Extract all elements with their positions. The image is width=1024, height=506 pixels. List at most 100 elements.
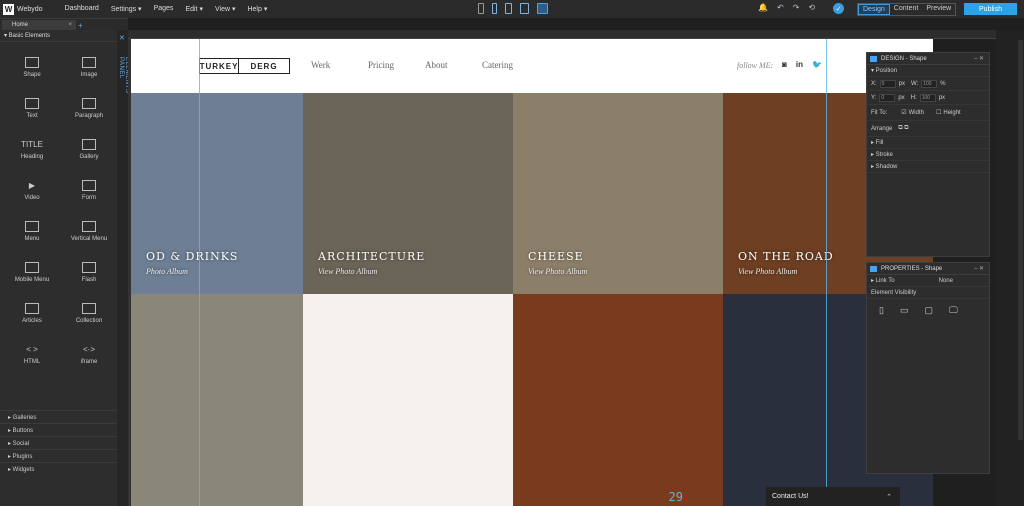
element-text[interactable]: Text	[6, 91, 58, 126]
photo-tile[interactable]	[131, 294, 303, 506]
element-image[interactable]: Image	[63, 50, 115, 85]
element-vertical-menu[interactable]: Vertical Menu	[63, 214, 115, 249]
contact-widget[interactable]: Contact Us! ⌃	[766, 487, 900, 506]
instagram-icon[interactable]: ◙	[782, 60, 787, 69]
design-panel-header[interactable]: DESIGN - Shape – ✕	[867, 53, 989, 65]
linkedin-icon[interactable]: in	[796, 60, 803, 69]
design-canvas[interactable]: TURKEY DERG Werk Pricing About Catering …	[131, 39, 933, 506]
nav-pricing[interactable]: Pricing	[368, 60, 425, 70]
photo-tile[interactable]: CHEESE View Photo Album	[513, 93, 723, 294]
photo-tile[interactable]	[303, 294, 513, 506]
link-to-row[interactable]: ▸ Link To None	[867, 275, 989, 287]
horizontal-ruler[interactable]	[128, 30, 996, 39]
guide-line-right[interactable]	[826, 39, 827, 506]
mode-design[interactable]: Design	[858, 4, 890, 15]
mode-content[interactable]: Content	[890, 4, 923, 15]
visibility-devices: ▯ ▭ ▢ 🖵	[867, 299, 989, 322]
save-status-icon[interactable]: ✓	[833, 3, 844, 14]
close-tab-icon[interactable]: ×	[68, 22, 72, 28]
x-input[interactable]: 0	[879, 79, 896, 88]
page-tab-home[interactable]: Home ×	[2, 20, 76, 30]
tile-subtitle[interactable]: View Photo Album	[738, 267, 797, 276]
menu-edit[interactable]: Edit ▾	[185, 5, 203, 13]
w-input[interactable]: 100	[921, 79, 938, 88]
properties-panel-title: PROPERTIES - Shape	[881, 265, 943, 272]
category-social[interactable]: ▸ Social	[0, 436, 117, 449]
panel-controls-icon[interactable]: – ✕	[974, 55, 984, 62]
close-panel-icon[interactable]: ✕	[119, 34, 125, 42]
section-stroke[interactable]: ▸ Stroke	[867, 149, 989, 161]
basic-elements-header[interactable]: ▾ Basic Elements	[0, 30, 117, 42]
guide-line-left[interactable]	[199, 39, 200, 506]
element-form[interactable]: Form	[63, 173, 115, 208]
height-checkbox[interactable]: ☐	[936, 109, 941, 116]
tablet-device-icon[interactable]	[520, 3, 529, 14]
elements-panel-tab[interactable]: ✕ ELEMENTS PANEL	[117, 30, 130, 506]
category-widgets[interactable]: ▸ Widgets	[0, 462, 117, 475]
category-plugins[interactable]: ▸ Plugins	[0, 449, 117, 462]
site-logo[interactable]: TURKEY DERG	[199, 58, 290, 74]
element-articles[interactable]: Articles	[6, 296, 58, 331]
mobile-landscape-visibility-icon[interactable]: ▭	[900, 305, 909, 316]
element-visibility-row[interactable]: Element Visibility	[867, 287, 989, 299]
nav-werk[interactable]: Werk	[311, 60, 368, 70]
menu-help[interactable]: Help ▾	[247, 5, 267, 13]
element-menu[interactable]: Menu	[6, 214, 58, 249]
category-galleries[interactable]: ▸ Galleries	[0, 410, 117, 423]
photo-tile[interactable]: ARCHITECTURE View Photo Album	[303, 93, 513, 294]
undo-history-icon[interactable]	[478, 3, 484, 14]
history-icon[interactable]: ⟲	[808, 3, 815, 12]
h-input[interactable]: 100	[919, 93, 936, 102]
site-logo-right: DERG	[250, 61, 278, 71]
menu-pages[interactable]: Pages	[154, 5, 174, 13]
publish-button[interactable]: Publish	[964, 3, 1017, 15]
element-heading[interactable]: TITLE Heading	[6, 132, 58, 167]
category-buttons[interactable]: ▸ Buttons	[0, 423, 117, 436]
twitter-icon[interactable]: 🐦	[812, 60, 822, 69]
element-paragraph[interactable]: Paragraph	[63, 91, 115, 126]
desktop-device-icon[interactable]	[537, 3, 548, 14]
site-header[interactable]: TURKEY DERG Werk Pricing About Catering …	[131, 39, 933, 93]
gallery-icon	[82, 139, 96, 150]
element-shape[interactable]: Shape	[6, 50, 58, 85]
mobile-landscape-icon[interactable]	[505, 3, 512, 14]
section-fill[interactable]: ▸ Fill	[867, 137, 989, 149]
mobile-device-icon[interactable]	[492, 3, 497, 14]
menu-settings[interactable]: Settings ▾	[111, 5, 142, 13]
menu-dashboard[interactable]: Dashboard	[65, 5, 99, 13]
tile-subtitle[interactable]: Photo Album	[146, 267, 188, 276]
menu-view[interactable]: View ▾	[215, 5, 236, 13]
chevron-up-icon[interactable]: ⌃	[886, 493, 892, 501]
properties-panel-header[interactable]: PROPERTIES - Shape – ✕	[867, 263, 989, 275]
nav-catering[interactable]: Catering	[482, 60, 539, 70]
element-collection[interactable]: Collection	[63, 296, 115, 331]
photo-tile[interactable]: OD & DRINKS Photo Album	[131, 93, 303, 294]
y-input[interactable]: 0	[879, 93, 896, 102]
redo-icon[interactable]: ↷	[793, 3, 800, 12]
element-iframe[interactable]: <·> iframe	[63, 337, 115, 372]
tile-subtitle[interactable]: View Photo Album	[318, 267, 377, 276]
element-html[interactable]: < > HTML	[6, 337, 58, 372]
element-video[interactable]: ▶ Video	[6, 173, 58, 208]
element-mobile-menu[interactable]: Mobile Menu	[6, 255, 58, 290]
width-checkbox[interactable]: ☑	[901, 109, 906, 116]
section-position[interactable]: ▾ Position	[867, 65, 989, 77]
tile-subtitle[interactable]: View Photo Album	[528, 267, 587, 276]
tablet-visibility-icon[interactable]: ▢	[924, 305, 933, 316]
nav-about[interactable]: About	[425, 60, 482, 70]
element-gallery[interactable]: Gallery	[63, 132, 115, 167]
section-shadow[interactable]: ▸ Shadow	[867, 161, 989, 173]
panel-controls-icon[interactable]: – ✕	[974, 265, 984, 272]
notification-icon[interactable]: 🔔	[758, 3, 768, 12]
desktop-visibility-icon[interactable]: 🖵	[949, 305, 958, 316]
mobile-visibility-icon[interactable]: ▯	[879, 305, 884, 316]
mode-preview[interactable]: Preview	[922, 4, 955, 15]
add-page-icon[interactable]: +	[78, 21, 83, 30]
link-to-value[interactable]: None	[939, 278, 953, 284]
arrange-icon[interactable]: ⧉ ⧉	[898, 125, 908, 132]
photo-tile[interactable]: 29	[513, 294, 723, 506]
vertical-scrollbar[interactable]	[1018, 40, 1023, 440]
element-flash[interactable]: Flash	[63, 255, 115, 290]
app-logo[interactable]: W	[3, 3, 14, 15]
undo-icon[interactable]: ↶	[777, 3, 784, 12]
